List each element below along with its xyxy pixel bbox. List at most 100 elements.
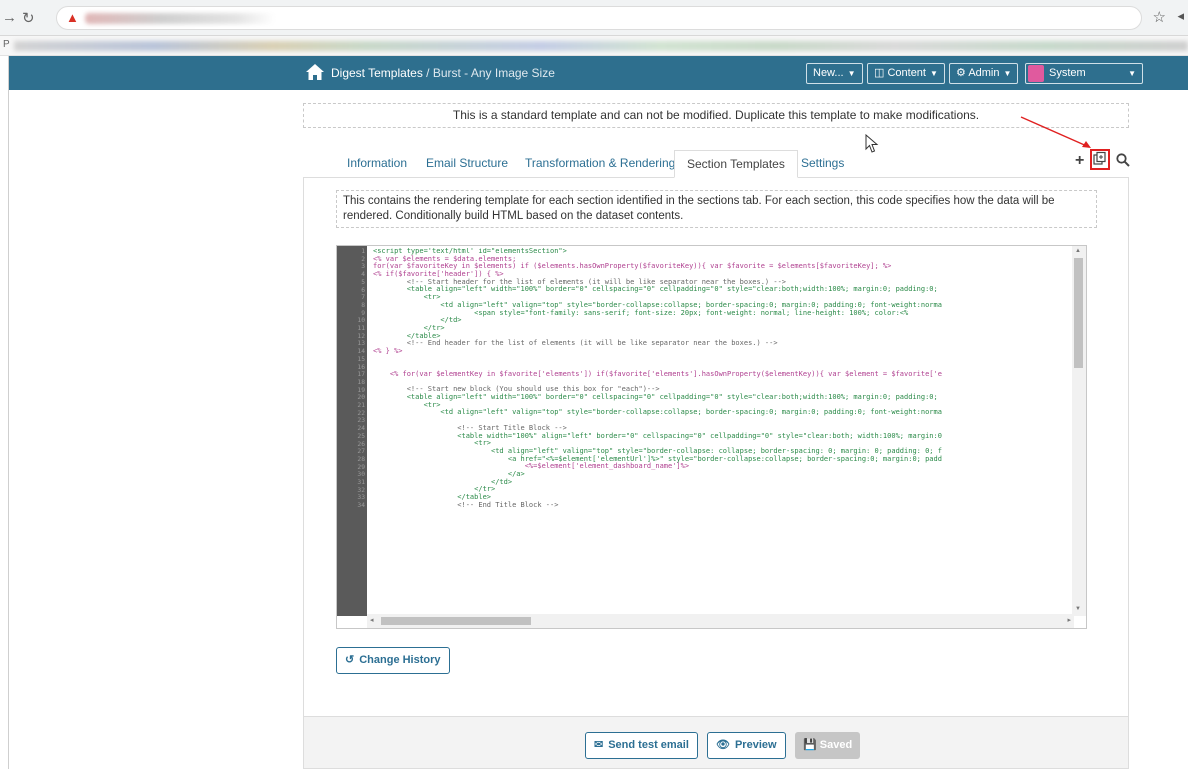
code-line: <td align="left" valign="top" style="bor…: [373, 408, 942, 417]
change-history-button[interactable]: ↺ Change History: [336, 647, 450, 674]
change-history-label: Change History: [359, 654, 441, 666]
horizontal-scrollbar[interactable]: ◂ ▸: [367, 614, 1074, 628]
user-avatar-icon: [1028, 65, 1044, 82]
admin-menu-button[interactable]: ⚙ Admin ▼: [949, 63, 1019, 84]
scroll-down-icon[interactable]: ▼: [1075, 606, 1081, 612]
send-test-email-label: Send test email: [608, 739, 689, 751]
line-number: 26: [357, 440, 365, 448]
code-line: <table align="left" width="100%" border=…: [373, 393, 938, 402]
line-number: 4: [361, 271, 365, 279]
breadcrumb: Digest Templates / Burst - Any Image Siz…: [331, 66, 555, 80]
section-templates-panel: This contains the rendering template for…: [303, 177, 1129, 722]
line-number: 34: [357, 502, 365, 510]
saved-label: Saved: [819, 739, 853, 751]
code-text[interactable]: <script type='text/html' id="elementsSec…: [373, 248, 1073, 614]
tab-information[interactable]: Information: [335, 150, 419, 177]
line-number: 27: [357, 448, 365, 456]
browser-toolbar: → ↻ ▲ ☆ ◂: [0, 0, 1188, 36]
code-line: <!-- End Title Block -->: [373, 500, 559, 509]
line-number: 24: [357, 425, 365, 433]
line-number: 9: [361, 309, 365, 317]
home-icon[interactable]: [305, 62, 325, 82]
bookmarks-bar-label: P: [3, 39, 10, 50]
line-number: 17: [357, 371, 365, 379]
line-number: 3: [361, 263, 365, 271]
reload-icon[interactable]: ↻: [22, 9, 35, 27]
duplicate-template-button[interactable]: [1090, 149, 1110, 170]
preview-button[interactable]: 👁 Preview: [707, 732, 786, 759]
bookmarks-bar: P: [0, 36, 1188, 56]
add-icon[interactable]: +: [1075, 152, 1084, 170]
tab-transformation-rendering[interactable]: Transformation & Rendering: [513, 150, 687, 177]
blurred-url: [85, 13, 275, 24]
line-number: 29: [357, 463, 365, 471]
search-icon[interactable]: [1116, 153, 1130, 167]
caret-down-icon: ▼: [929, 69, 938, 78]
bookmark-star-icon[interactable]: ☆: [1153, 8, 1166, 26]
content-menu-button[interactable]: ◫ Content ▼: [867, 63, 945, 84]
line-number: 16: [357, 363, 365, 371]
line-number: 15: [357, 355, 365, 363]
chrome-menu-icon[interactable]: ◂: [1177, 8, 1184, 24]
address-bar[interactable]: ▲: [56, 6, 1142, 30]
preview-label: Preview: [734, 739, 777, 751]
code-line: <% } %>: [373, 346, 403, 355]
content-icon: ◫: [874, 67, 888, 79]
line-number: 6: [361, 286, 365, 294]
line-number: 31: [357, 479, 365, 486]
scroll-left-icon[interactable]: ◂: [370, 616, 374, 624]
scroll-up-icon[interactable]: ▲: [1075, 248, 1081, 254]
scroll-right-icon[interactable]: ▸: [1067, 616, 1071, 624]
line-number: 20: [357, 394, 365, 402]
floppy-disk-icon: 💾: [803, 739, 820, 751]
line-number: 21: [357, 402, 365, 409]
line-number: 30: [357, 471, 365, 479]
line-number: 22: [357, 409, 365, 417]
duplicate-icon: [1093, 151, 1106, 165]
breadcrumb-separator: /: [422, 66, 433, 80]
caret-down-icon: ▼: [1128, 69, 1136, 78]
code-line: <% for(var $elementKey in $favorite['ele…: [373, 370, 942, 378]
line-number: 18: [357, 378, 365, 386]
line-number: 13: [357, 340, 365, 348]
content-menu-label: Content: [887, 67, 926, 79]
code-line: <table align="left" width="100%" border=…: [373, 285, 938, 294]
line-number: 19: [357, 386, 365, 394]
line-number: 7: [361, 294, 365, 302]
horizontal-scroll-thumb[interactable]: [381, 617, 531, 625]
new-menu-button[interactable]: New... ▼: [806, 63, 863, 84]
line-number: 1: [361, 248, 365, 255]
forward-icon[interactable]: →: [2, 9, 17, 26]
breadcrumb-current: Burst - Any Image Size: [432, 66, 555, 80]
read-only-notice: This is a standard template and can not …: [303, 103, 1129, 128]
line-number: 2: [361, 255, 365, 263]
tab-email-structure[interactable]: Email Structure: [414, 150, 520, 177]
send-test-email-button[interactable]: ✉ Send test email: [585, 732, 698, 759]
mouse-cursor-icon: [865, 134, 879, 153]
line-number: 11: [357, 325, 365, 332]
app-frame: Digest Templates / Burst - Any Image Siz…: [8, 56, 1188, 769]
caret-down-icon: ▼: [1003, 69, 1012, 78]
vertical-scroll-thumb[interactable]: [1074, 258, 1083, 368]
gear-icon: ⚙: [956, 67, 969, 79]
line-number: 5: [361, 278, 365, 286]
line-number: 25: [357, 432, 365, 440]
code-line: </td>: [373, 316, 462, 325]
warning-icon: ▲: [66, 10, 79, 25]
eye-icon: 👁: [716, 739, 730, 751]
line-number: 23: [357, 417, 365, 425]
breadcrumb-digest-templates[interactable]: Digest Templates: [331, 66, 423, 80]
code-editor[interactable]: 1 2 3 4 5 6 7 8 9 10 11 12 13 14 15 16 17 18 19 20 21 22 23 24 2…: [336, 245, 1087, 629]
history-icon: ↺: [345, 654, 355, 666]
tab-section-templates[interactable]: Section Templates: [674, 150, 798, 178]
line-number: 32: [357, 486, 365, 494]
blurred-bookmarks: [14, 41, 1188, 51]
new-menu-label: New...: [813, 67, 844, 79]
line-number: 33: [357, 494, 365, 502]
envelope-icon: ✉: [594, 739, 604, 751]
tab-settings[interactable]: Settings: [789, 150, 856, 177]
user-menu-button[interactable]: System ▼: [1025, 63, 1143, 84]
vertical-scrollbar[interactable]: ▲ ▼: [1072, 246, 1086, 616]
code-line: <!-- End header for the list of elements…: [373, 339, 778, 348]
